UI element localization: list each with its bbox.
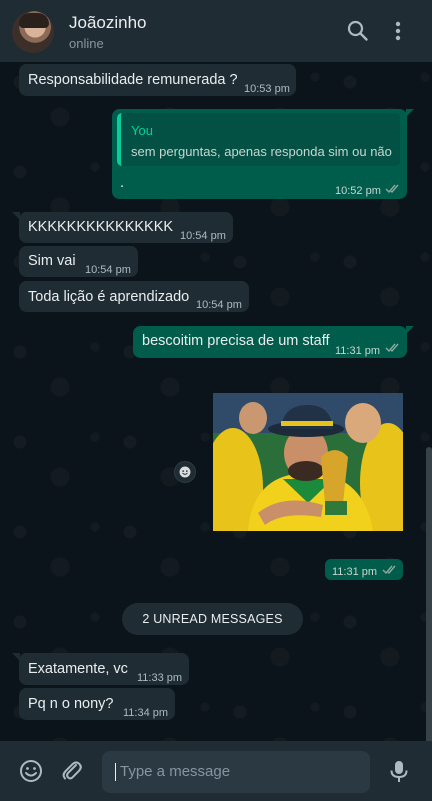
double-check-icon <box>382 565 396 575</box>
message-time: 11:31 pm <box>332 566 378 578</box>
message-time: 10:54 pm <box>180 230 226 242</box>
kebab-menu-icon[interactable] <box>385 18 411 44</box>
emoji-reaction-icon[interactable] <box>174 461 196 483</box>
message-text: Exatamente, vc <box>28 661 128 677</box>
fan-with-trophy-photo[interactable] <box>213 393 403 531</box>
double-check-icon <box>385 343 399 353</box>
message-text: Pq n o nony? <box>28 696 114 712</box>
emoji-icon[interactable] <box>18 758 44 784</box>
message-text: KKKKKKKKKKKKKKK <box>28 219 174 235</box>
message-time: 11:33 pm <box>137 672 183 684</box>
composer-bar: Type a message <box>0 741 432 801</box>
contact-name[interactable]: Joãozinho <box>69 13 147 33</box>
chat-scrollbar[interactable] <box>426 447 432 741</box>
message-input-placeholder: Type a message <box>120 763 231 780</box>
message-text: Sim vai <box>28 253 76 269</box>
message-outgoing[interactable]: You sem perguntas, apenas responda sim o… <box>112 109 414 199</box>
message-text: . <box>120 175 125 191</box>
message-input[interactable]: Type a message <box>102 751 370 793</box>
message-text: Toda lição é aprendizado <box>28 289 190 305</box>
message-time: 10:54 pm <box>196 299 242 311</box>
contact-avatar[interactable] <box>12 11 54 53</box>
message-time: 10:53 pm <box>244 83 290 95</box>
message-outgoing[interactable]: bescoitim precisa de um staff 11:31 pm <box>133 326 414 358</box>
message-incoming[interactable]: Sim vai 10:54 pm <box>19 246 138 277</box>
message-incoming[interactable]: Exatamente, vc 11:33 pm <box>12 653 189 685</box>
message-incoming[interactable]: KKKKKKKKKKKKKKK 10:54 pm <box>12 212 233 243</box>
message-incoming[interactable]: Responsabilidade remunerada ? 10:53 pm <box>19 64 296 96</box>
quote-author: You <box>131 123 153 138</box>
quoted-message[interactable]: You sem perguntas, apenas responda sim o… <box>117 113 400 166</box>
chat-header: Joãozinho online <box>0 0 432 62</box>
text-cursor <box>115 763 116 781</box>
message-time: 11:34 pm <box>123 707 169 719</box>
image-time-pill: 11:31 pm <box>325 559 403 580</box>
quote-text: sem perguntas, apenas responda sim ou nã… <box>131 144 392 159</box>
message-text: bescoitim precisa de um staff <box>142 333 330 349</box>
search-icon[interactable] <box>345 18 371 44</box>
message-incoming[interactable]: Pq n o nony? 11:34 pm <box>19 688 175 720</box>
contact-status: online <box>69 36 104 51</box>
message-time: 11:31 pm <box>335 345 381 357</box>
message-incoming[interactable]: Toda lição é aprendizado 10:54 pm <box>19 281 249 312</box>
message-time: 10:54 pm <box>85 264 131 276</box>
microphone-icon[interactable] <box>386 758 412 784</box>
double-check-icon <box>385 184 399 194</box>
message-text: Responsabilidade remunerada ? <box>28 72 238 88</box>
unread-messages-banner: 2 UNREAD MESSAGES <box>122 603 303 635</box>
message-time: 10:52 pm <box>335 185 381 197</box>
paperclip-icon[interactable] <box>59 758 85 784</box>
